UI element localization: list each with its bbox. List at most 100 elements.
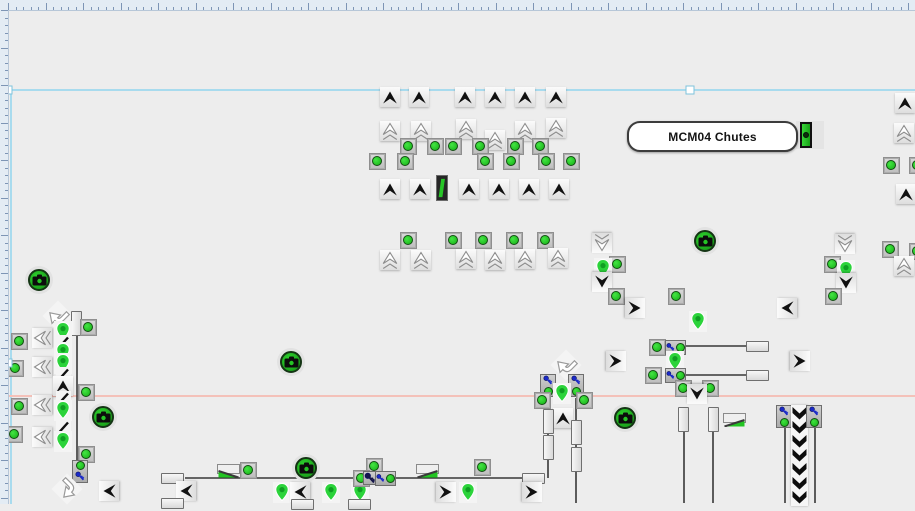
chevron-up-outline-icon[interactable] (894, 123, 914, 143)
chevron-up-icon[interactable] (549, 179, 569, 199)
map-pin-icon[interactable] (54, 400, 72, 421)
status-light[interactable] (427, 138, 444, 155)
status-light[interactable] (825, 288, 842, 305)
cylinder[interactable] (571, 447, 582, 472)
chevron-right-icon[interactable] (522, 482, 542, 502)
cylinder[interactable] (678, 407, 689, 432)
cylinder[interactable] (161, 498, 184, 509)
selection-handle[interactable] (686, 86, 695, 95)
interlock-key-status[interactable] (375, 471, 396, 486)
status-light[interactable] (563, 153, 580, 170)
status-key-combo[interactable] (72, 460, 88, 483)
map-pin-icon[interactable] (273, 482, 291, 503)
cylinder[interactable] (291, 499, 314, 510)
chevron-up-icon[interactable] (380, 87, 400, 107)
chevron-left-icon[interactable] (777, 298, 797, 318)
map-pin-icon[interactable] (553, 383, 571, 404)
chevron-left-icon[interactable] (99, 481, 119, 501)
cylinder[interactable] (571, 420, 582, 445)
cylinder[interactable] (543, 435, 554, 460)
status-light[interactable] (909, 157, 915, 174)
chevron-up-icon[interactable] (515, 87, 535, 107)
status-light[interactable] (400, 232, 417, 249)
status-light[interactable] (503, 153, 520, 170)
camera-status-icon[interactable] (89, 403, 117, 431)
conveyor-chevron-strip[interactable] (791, 405, 808, 506)
chevron-up-icon[interactable] (409, 87, 429, 107)
chevron-up-icon[interactable] (895, 93, 915, 113)
chute-page-button[interactable]: MCM04 Chutes (627, 121, 798, 152)
chevron-up-icon[interactable] (459, 179, 479, 199)
camera-status-icon[interactable] (292, 454, 320, 482)
cylinder[interactable] (708, 407, 719, 432)
chevron-right-icon[interactable] (436, 482, 456, 502)
chevron-up-outline-icon[interactable] (894, 256, 914, 276)
status-light[interactable] (506, 232, 523, 249)
status-light[interactable] (11, 398, 28, 415)
chevron-left-outline-icon[interactable] (32, 328, 52, 348)
chevron-up-icon[interactable] (896, 184, 915, 204)
status-light[interactable] (474, 459, 491, 476)
chevron-left-outline-icon[interactable] (32, 427, 52, 447)
chevron-right-icon[interactable] (790, 351, 810, 371)
chevron-right-icon[interactable] (606, 351, 626, 371)
status-light[interactable] (883, 157, 900, 174)
status-light[interactable] (369, 153, 386, 170)
chevron-up-outline-icon[interactable] (548, 248, 568, 268)
camera-status-icon[interactable] (611, 404, 639, 432)
chevron-up-icon[interactable] (485, 87, 505, 107)
chevron-left-outline-icon[interactable] (32, 357, 52, 377)
map-pin-icon[interactable] (459, 482, 477, 503)
cylinder[interactable] (348, 499, 371, 510)
chevron-up-icon[interactable] (546, 87, 566, 107)
status-light[interactable] (882, 241, 899, 258)
belt-ramp-icon[interactable] (217, 464, 240, 474)
cylinder[interactable] (746, 341, 769, 352)
status-light[interactable] (80, 319, 97, 336)
belt-ramp-icon[interactable] (416, 464, 439, 474)
chevron-right-icon[interactable] (625, 298, 645, 318)
chevron-up-outline-icon[interactable] (515, 249, 535, 269)
status-light[interactable] (668, 288, 685, 305)
camera-status-icon[interactable] (691, 227, 719, 255)
chevron-left-outline-icon[interactable] (32, 395, 52, 415)
interlock-key-status[interactable] (806, 405, 822, 428)
camera-status-icon[interactable] (25, 266, 53, 294)
chevron-up-icon[interactable] (489, 179, 509, 199)
chevron-up-icon[interactable] (410, 179, 430, 199)
chevron-up-outline-icon[interactable] (456, 119, 476, 139)
status-light[interactable] (534, 392, 551, 409)
status-light[interactable] (608, 288, 625, 305)
status-light[interactable] (445, 232, 462, 249)
belt-ramp-icon[interactable] (723, 413, 746, 423)
status-light[interactable] (11, 333, 28, 350)
chevron-up-outline-icon[interactable] (380, 250, 400, 270)
chevron-up-outline-icon[interactable] (485, 250, 505, 270)
status-light[interactable] (477, 153, 494, 170)
status-light[interactable] (537, 232, 554, 249)
status-light[interactable] (397, 153, 414, 170)
status-light[interactable] (576, 392, 593, 409)
status-light[interactable] (475, 232, 492, 249)
status-light[interactable] (538, 153, 555, 170)
chevron-up-icon[interactable] (519, 179, 539, 199)
status-light[interactable] (78, 384, 95, 401)
status-light[interactable] (445, 138, 462, 155)
map-pin-icon[interactable] (54, 431, 72, 452)
map-pin-icon[interactable] (322, 482, 340, 503)
cylinder[interactable] (746, 370, 769, 381)
status-light[interactable] (649, 339, 666, 356)
gate-indicator[interactable] (796, 121, 824, 149)
status-light[interactable] (645, 367, 662, 384)
chevron-down-outline-icon[interactable] (835, 234, 855, 254)
map-pin-icon[interactable] (689, 311, 707, 332)
chevron-up-outline-icon[interactable] (411, 250, 431, 270)
chevron-up-icon[interactable] (455, 87, 475, 107)
chevron-up-icon[interactable] (380, 179, 400, 199)
gate-position-icon[interactable] (436, 175, 448, 201)
camera-status-icon[interactable] (277, 348, 305, 376)
chevron-down-icon[interactable] (687, 384, 707, 404)
chevron-up-outline-icon[interactable] (546, 118, 566, 138)
status-light[interactable] (240, 462, 257, 479)
cylinder[interactable] (543, 409, 554, 434)
